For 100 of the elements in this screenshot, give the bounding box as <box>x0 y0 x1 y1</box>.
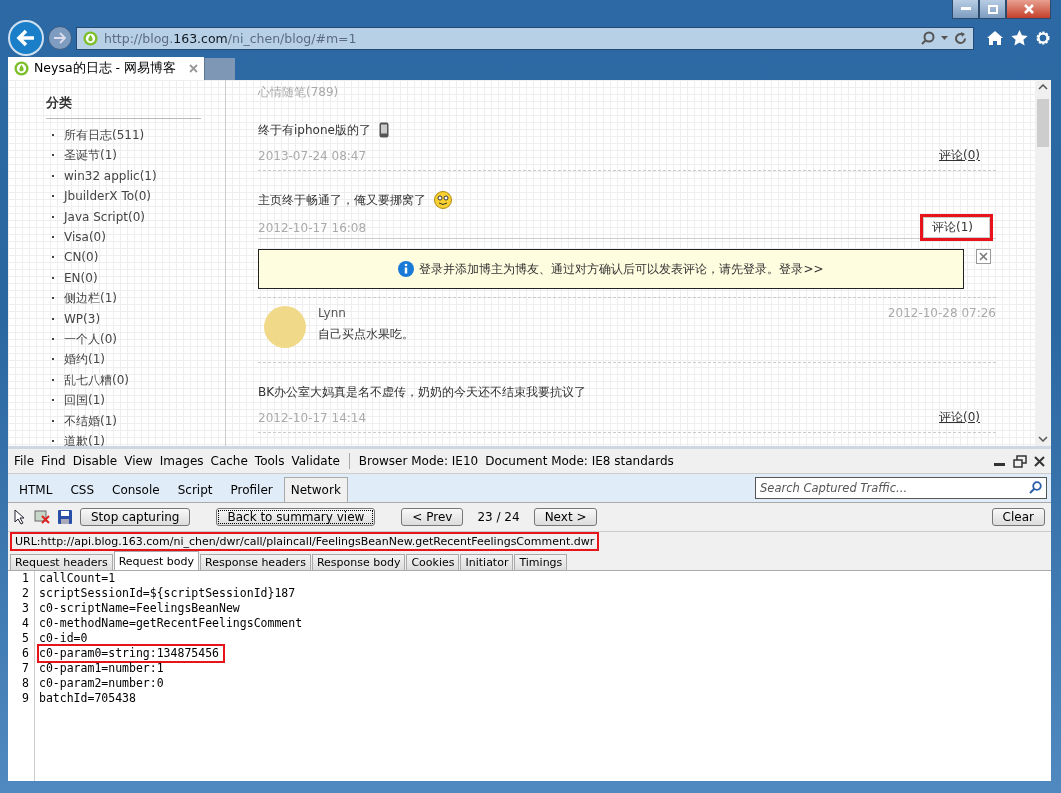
menu-item[interactable]: View <box>124 454 153 468</box>
category-link[interactable]: JbuilderX To(0) <box>46 186 225 207</box>
category-link[interactable]: EN(0) <box>46 267 225 289</box>
arrow-right-icon <box>53 32 67 44</box>
line-number: 8 <box>21 676 29 691</box>
search-icon[interactable] <box>1029 481 1042 494</box>
search-icon[interactable] <box>921 31 935 45</box>
line-number: 9 <box>21 691 29 706</box>
comment-link[interactable]: 评论(1) <box>923 217 990 238</box>
line-number: 5 <box>21 631 29 646</box>
browser-tab[interactable]: Neysa的日志 - 网易博客 <box>8 57 204 80</box>
scrollbar[interactable] <box>1035 80 1051 446</box>
back-button[interactable] <box>8 20 44 56</box>
tab[interactable]: Network <box>283 477 348 502</box>
clear-button[interactable]: Clear <box>991 508 1045 526</box>
mode-menu[interactable]: Document Mode: IE8 standards <box>485 454 674 468</box>
post-date: 2012-10-17 14:14 <box>258 410 367 425</box>
comment-author: Lynn <box>318 306 346 320</box>
dropdown-caret-icon[interactable] <box>941 36 948 40</box>
minimize-button[interactable] <box>952 0 979 19</box>
menu-item[interactable]: Disable <box>72 454 118 468</box>
undock-icon[interactable] <box>1013 454 1027 468</box>
category-link[interactable]: 回国(1) <box>46 390 225 411</box>
code-line: c0-scriptName=FeelingsBeanNew <box>39 601 240 616</box>
comment-link[interactable]: 评论(0) <box>939 409 980 426</box>
clear-cache-icon[interactable] <box>34 510 50 524</box>
category-title: 心情随笔(789) <box>258 84 340 101</box>
menu-item[interactable]: Images <box>159 454 204 468</box>
request-counter: 23 / 24 <box>477 510 520 524</box>
category-link[interactable]: 不结婚(1) <box>46 410 225 432</box>
close-button[interactable] <box>976 249 991 264</box>
tab[interactable]: Script <box>170 477 220 502</box>
stop-capturing-button[interactable]: Stop capturing <box>80 508 191 526</box>
phone-icon <box>378 122 389 138</box>
tab[interactable]: Timings <box>514 554 568 570</box>
refresh-icon[interactable] <box>954 31 967 45</box>
scroll-down-icon[interactable] <box>1038 436 1048 442</box>
scroll-up-icon[interactable] <box>1038 84 1048 90</box>
code-line: callCount=1 <box>39 571 116 586</box>
category-link[interactable]: 所有日志(511) <box>46 125 225 146</box>
code-line: batchId=705438 <box>39 691 136 706</box>
menu-item[interactable]: Tools <box>254 454 285 468</box>
search-field[interactable]: Search Captured Traffic... <box>755 477 1047 499</box>
site-logo-icon <box>83 30 98 46</box>
next-button[interactable]: Next > <box>533 508 598 526</box>
comment-date: 2012-10-28 07:26 <box>887 306 996 320</box>
post-title: 主页终于畅通了，俺又要挪窝了 <box>258 191 426 209</box>
comment-link[interactable]: 评论(0) <box>939 147 980 164</box>
category-link[interactable]: 婚约(1) <box>46 349 225 370</box>
code-line: c0-methodName=getRecentFeelingsComment <box>39 616 303 631</box>
scrollbar-thumb[interactable] <box>1037 99 1049 147</box>
line-number: 6 <box>21 646 29 661</box>
menu-item[interactable]: File <box>14 454 35 468</box>
category-link[interactable]: Java Script(0) <box>46 206 225 228</box>
category-link[interactable]: Visa(0) <box>46 227 225 248</box>
tab[interactable]: Request body <box>113 551 200 570</box>
category-link[interactable]: WP(3) <box>46 308 225 330</box>
sidebar-heading: 分类 <box>46 94 201 119</box>
tab[interactable]: Initiator <box>460 554 514 570</box>
category-link[interactable]: 圣诞节(1) <box>46 145 225 166</box>
pointer-icon[interactable] <box>14 509 26 525</box>
category-link[interactable]: 一个人(0) <box>46 329 225 350</box>
mode-menu[interactable]: Browser Mode: IE10 <box>358 454 479 468</box>
close-button[interactable] <box>1006 0 1051 19</box>
tab[interactable]: Profiler <box>223 477 280 502</box>
close-icon <box>1023 4 1034 14</box>
settings-icon[interactable] <box>1035 30 1051 46</box>
tab[interactable]: Request headers <box>10 554 113 570</box>
favorites-star-icon[interactable] <box>1011 30 1028 46</box>
post-title: BK办公室大妈真是名不虚传，奶奶的今天还不结束我要抗议了 <box>258 383 587 401</box>
tab[interactable]: Cookies <box>406 554 460 570</box>
tab[interactable]: Response headers <box>200 554 311 570</box>
line-number: 3 <box>21 601 29 616</box>
forward-button[interactable] <box>48 26 72 50</box>
category-link[interactable]: CN(0) <box>46 247 225 268</box>
notice-text: 登录并添加博主为博友、通过对方确认后可以发表评论，请先登录。登录>> <box>419 260 824 278</box>
maximize-button[interactable] <box>979 0 1006 19</box>
post-date: 2012-10-17 16:08 <box>258 220 367 235</box>
tab[interactable]: Response body <box>311 554 406 570</box>
prev-button[interactable]: < Prev <box>401 508 464 526</box>
code-line: scriptSessionId=${scriptSessionId}187 <box>39 586 296 601</box>
tab[interactable]: HTML <box>12 477 60 502</box>
save-icon[interactable] <box>58 510 72 524</box>
code-line: c0-id=0 <box>39 631 88 646</box>
menu-item[interactable]: Cache <box>210 454 248 468</box>
category-link[interactable]: win32 applic(1) <box>46 165 225 187</box>
menu-item[interactable]: Validate <box>291 454 340 468</box>
tab[interactable]: Console <box>105 477 167 502</box>
menu-item[interactable]: Find <box>41 454 66 468</box>
back-to-summary-button[interactable]: Back to summary view <box>216 508 376 526</box>
close-icon[interactable] <box>1034 455 1045 467</box>
comment-text: 自己买点水果吃。 <box>318 326 415 343</box>
tab[interactable]: CSS <box>63 477 102 502</box>
address-bar[interactable]: http://blog.163.com/ni_chen/blog/#m=1 <box>76 26 974 50</box>
home-icon[interactable] <box>986 30 1004 46</box>
category-link[interactable]: 侧边栏(1) <box>46 288 225 309</box>
code-line: c0-param1=number:1 <box>39 661 164 676</box>
category-link[interactable]: 乱七八糟(0) <box>46 369 225 391</box>
category-link[interactable]: 道歉(1) <box>46 431 225 446</box>
minimize-icon <box>960 7 971 11</box>
